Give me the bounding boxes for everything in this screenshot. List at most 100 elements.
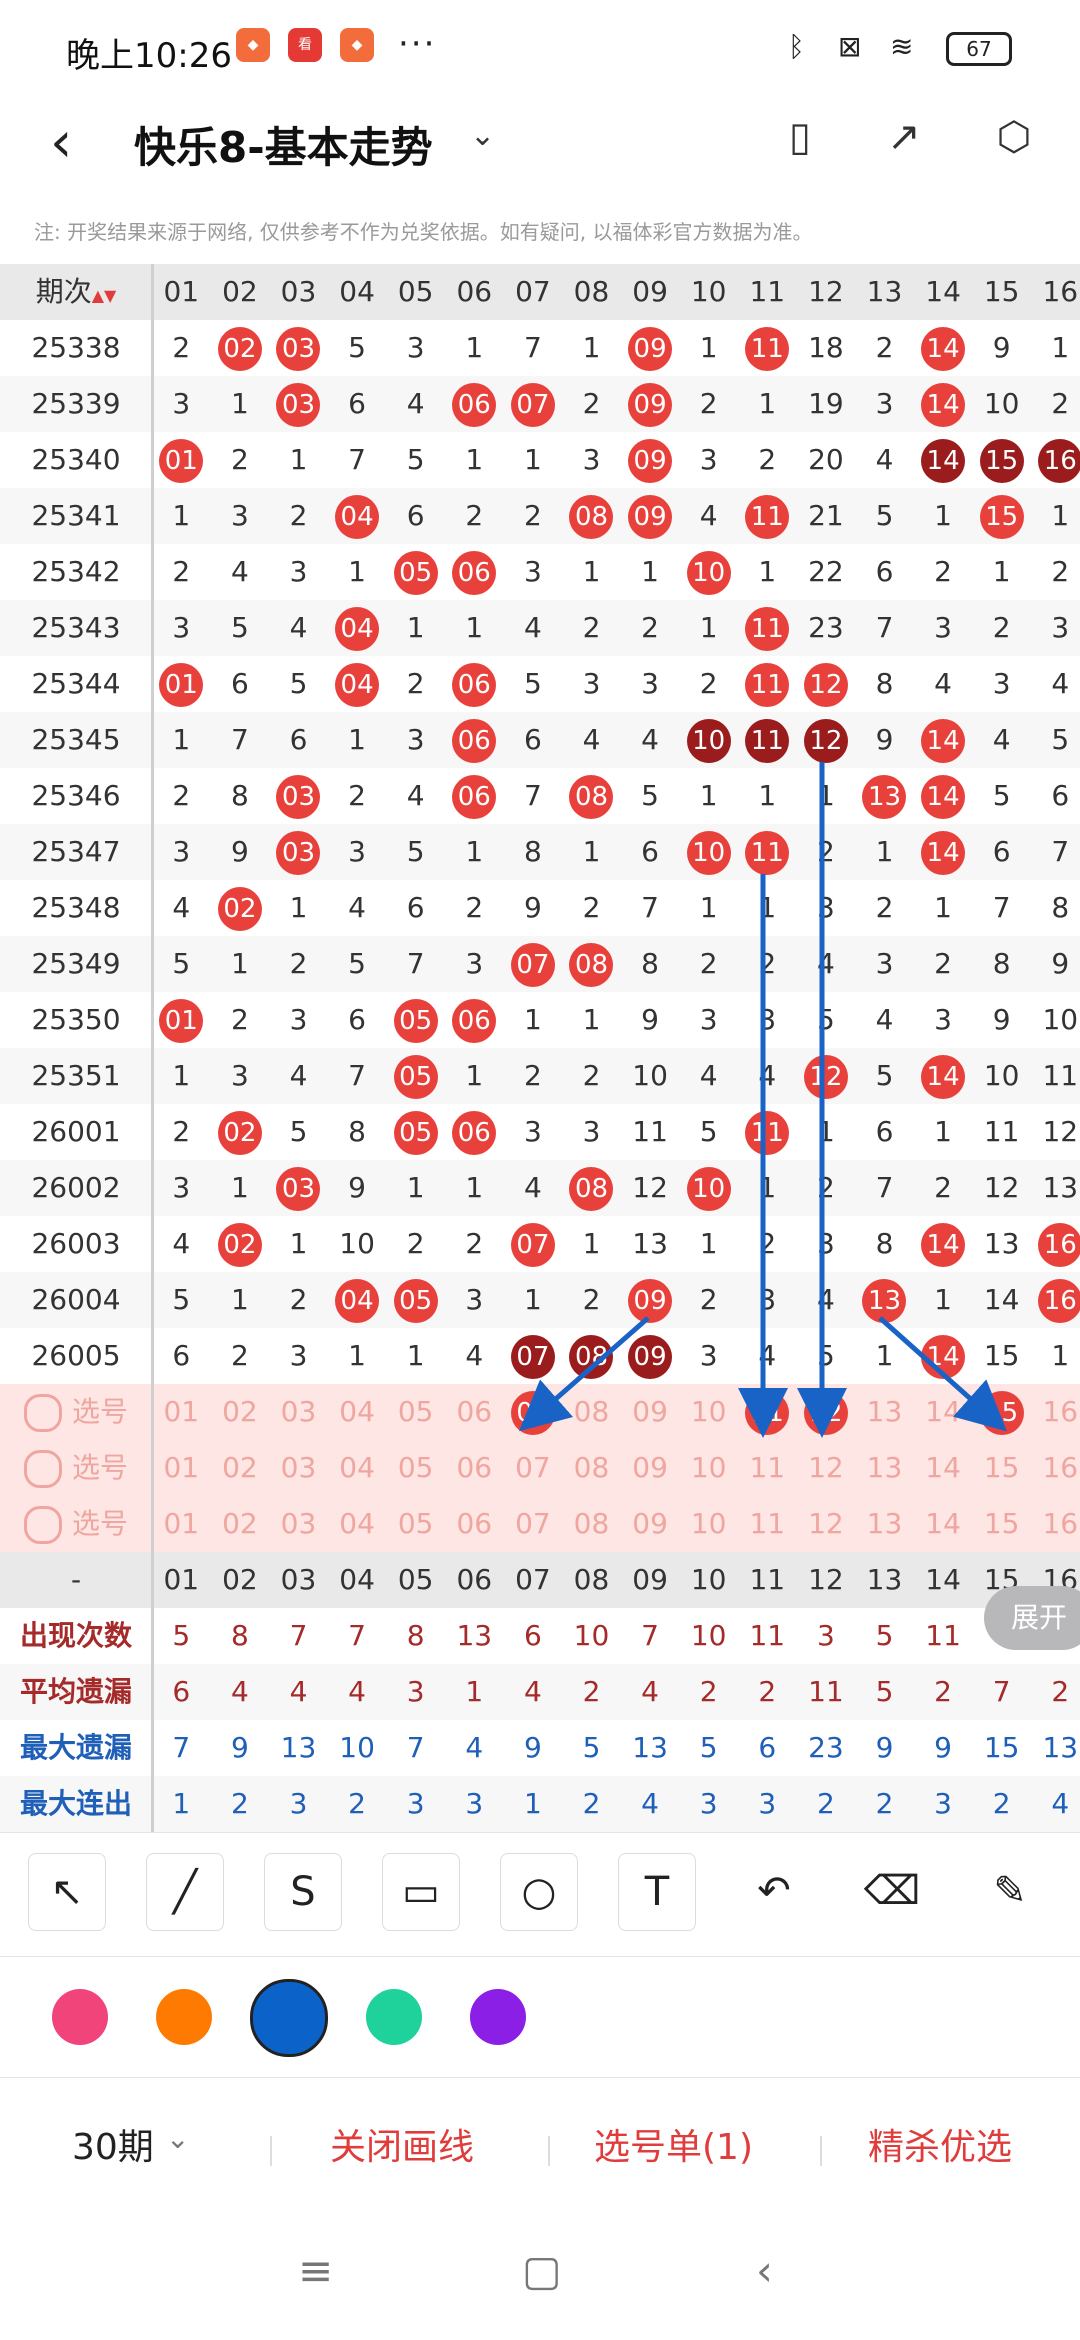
pick-number[interactable]: 06 [445,1496,504,1552]
pick-number[interactable]: 08 [562,1440,621,1496]
pick-number[interactable]: 09 [621,1496,680,1552]
circle-tool-icon[interactable]: ○ [500,1853,578,1931]
omission-value: 2 [934,555,952,588]
text-tool-icon[interactable]: T [618,1853,696,1931]
drawn-number-ball: 04 [328,1272,387,1328]
pick-number[interactable]: 16 [1031,1384,1080,1440]
pick-number[interactable]: 13 [855,1496,914,1552]
rectangle-tool-icon[interactable]: ▭ [382,1853,460,1931]
pick-number[interactable]: 06 [445,1384,504,1440]
radio-icon[interactable] [23,1450,62,1488]
pointer-tool-icon[interactable]: ↖ [28,1853,106,1931]
pick-number[interactable]: 15 [972,1496,1031,1552]
pick-number[interactable]: 04 [328,1440,387,1496]
color-swatch-green[interactable] [366,1989,422,2045]
pick-number[interactable]: 05 [386,1496,445,1552]
selected-number-ball[interactable]: 12 [803,1391,848,1435]
pick-number[interactable]: 09 [621,1384,680,1440]
selected-pick-number[interactable]: 15 [972,1384,1031,1440]
pick-number[interactable]: 11 [738,1496,797,1552]
selected-number-ball[interactable]: 07 [510,1391,555,1435]
radio-icon[interactable] [23,1506,62,1544]
selected-pick-number[interactable]: 12 [797,1384,856,1440]
omission-value: 3 [289,1339,308,1372]
omission-value: 6 [406,891,425,924]
pick-number[interactable]: 14 [914,1440,973,1496]
pick-number[interactable]: 03 [269,1440,328,1496]
selected-number-ball[interactable]: 15 [979,1391,1024,1435]
pick-number[interactable]: 14 [914,1384,973,1440]
pick-number[interactable]: 16 [1031,1496,1080,1552]
pick-number[interactable]: 06 [445,1440,504,1496]
back-icon[interactable]: ‹ [756,2246,773,2295]
selected-number-ball[interactable]: 11 [745,1391,790,1435]
pick-number[interactable]: 12 [797,1496,856,1552]
pick-number[interactable]: 08 [562,1384,621,1440]
pick-number[interactable]: 08 [562,1496,621,1552]
selected-pick-number[interactable]: 11 [738,1384,797,1440]
period-select[interactable]: 30期 [72,2118,154,2170]
color-swatch-orange[interactable] [156,1989,212,2045]
pick-number[interactable]: 05 [386,1384,445,1440]
pick-number[interactable]: 03 [269,1384,328,1440]
pick-number[interactable]: 13 [855,1440,914,1496]
period-sort-header[interactable]: 期次▲▼ [0,264,152,320]
home-icon[interactable]: ▢ [522,2246,562,2295]
color-swatch-blue[interactable] [250,1979,328,2057]
radio-icon[interactable] [23,1394,62,1432]
stats-value: 3 [465,1787,484,1820]
menu-icon[interactable]: ≡ [298,2246,333,2295]
pick-number[interactable]: 13 [855,1384,914,1440]
sort-icon[interactable]: ▲▼ [92,286,117,305]
chevron-down-icon[interactable]: ⌄ [470,118,495,153]
close-line-button[interactable]: 关闭画线 [330,2118,474,2170]
pick-row-label[interactable]: 选号 [0,1496,152,1552]
share-icon[interactable]: ↗ [880,114,928,162]
pick-number[interactable]: 01 [152,1496,211,1552]
pick-row-label[interactable]: 选号 [0,1384,152,1440]
drawn-number-ball: 02 [211,320,270,376]
omission-value: 6 [230,667,249,700]
pick-number[interactable]: 01 [152,1384,211,1440]
layout-toggle-icon[interactable]: ▯ [776,114,824,162]
pick-number[interactable]: 04 [328,1384,387,1440]
pick-number[interactable]: 02 [211,1384,270,1440]
pick-number[interactable]: 05 [386,1440,445,1496]
period-cell: 26003 [31,1227,121,1260]
back-button[interactable]: ‹ [50,110,72,175]
pick-number[interactable]: 11 [738,1440,797,1496]
page-title[interactable]: 快乐8-基本走势 [134,114,433,175]
pick-number[interactable]: 02 [211,1496,270,1552]
pick-row-label[interactable]: 选号 [0,1440,152,1496]
pick-number[interactable]: 15 [972,1440,1031,1496]
pick-number[interactable]: 03 [269,1496,328,1552]
settings-icon[interactable]: ⬡ [990,114,1038,162]
pick-number[interactable]: 07 [504,1496,563,1552]
pick-number[interactable]: 01 [152,1440,211,1496]
color-swatch-purple[interactable] [470,1989,526,2045]
pick-number[interactable]: 10 [679,1440,738,1496]
expand-button[interactable]: 展开 [984,1586,1080,1650]
line-tool-icon[interactable]: ╱ [146,1853,224,1931]
pick-number[interactable]: 10 [679,1496,738,1552]
pick-number[interactable]: 09 [621,1440,680,1496]
eraser-icon[interactable]: ⌫ [854,1853,930,1929]
selected-pick-number[interactable]: 07 [504,1384,563,1440]
pick-number[interactable]: 04 [328,1496,387,1552]
pick-number[interactable]: 12 [797,1440,856,1496]
curve-tool-icon[interactable]: S [264,1853,342,1931]
clear-brush-icon[interactable]: ✎ [972,1853,1048,1929]
pick-number[interactable]: 02 [211,1440,270,1496]
kill-optimize-button[interactable]: 精杀优选 [868,2118,1012,2170]
pick-list-button[interactable]: 选号单(1) [594,2118,753,2170]
stats-value: 6 [523,1619,542,1652]
chevron-down-icon[interactable]: ⌄ [166,2122,189,2155]
pick-number[interactable]: 10 [679,1384,738,1440]
stats-header: -01 02 03 04 05 06 07 08 09 10 11 12 13 14 15 16 [0,1552,1080,1608]
pick-number[interactable]: 07 [504,1440,563,1496]
omission-value: 3 [230,499,249,532]
pick-number[interactable]: 14 [914,1496,973,1552]
pick-number[interactable]: 16 [1031,1440,1080,1496]
undo-icon[interactable]: ↶ [736,1853,812,1929]
color-swatch-pink[interactable] [52,1989,108,2045]
